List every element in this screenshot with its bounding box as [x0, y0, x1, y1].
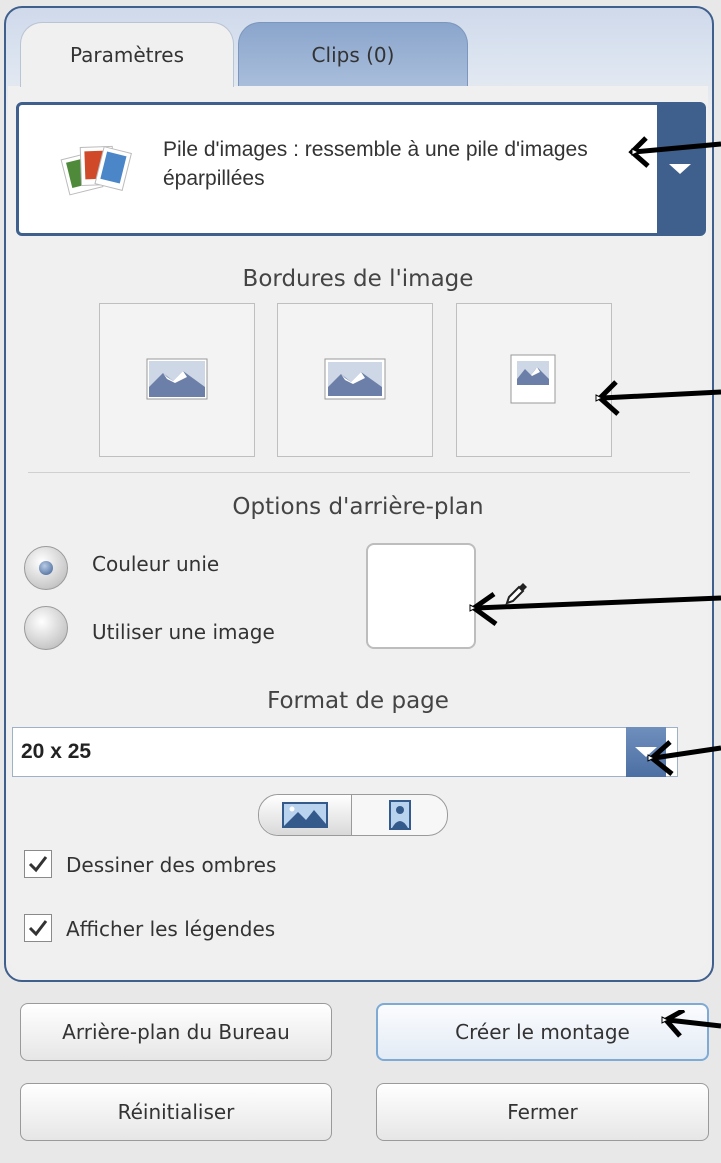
use-image-label: Utiliser une image: [92, 620, 275, 644]
landscape-icon: [282, 802, 328, 828]
page-format-value: 20 x 25: [21, 740, 92, 763]
close-label: Fermer: [507, 1100, 578, 1124]
desktop-background-button[interactable]: Arrière-plan du Bureau: [20, 1003, 332, 1061]
background-title: Options d'arrière-plan: [232, 494, 484, 520]
border-narrow-icon: [510, 354, 556, 404]
portrait-icon: [388, 800, 411, 830]
border-option-medium[interactable]: [277, 303, 433, 457]
reset-label: Réinitialiser: [117, 1100, 235, 1124]
page-format-select[interactable]: 20 x 25: [12, 727, 678, 777]
border-wide-icon: [146, 358, 208, 400]
montage-style-select[interactable]: Pile d'images : ressemble à une pile d'i…: [16, 102, 706, 236]
desktop-background-label: Arrière-plan du Bureau: [62, 1020, 290, 1044]
photo-stack-icon: [60, 145, 132, 196]
tab-settings[interactable]: Paramètres: [20, 22, 234, 87]
create-montage-label: Créer le montage: [455, 1020, 630, 1044]
annotation-arrow-icon: [628, 136, 721, 168]
close-button[interactable]: Fermer: [376, 1083, 709, 1141]
annotation-arrow-icon: [647, 740, 721, 776]
annotation-arrow-icon: [469, 591, 721, 627]
annotation-arrow-icon: [595, 380, 721, 416]
tab-clips[interactable]: Clips (0): [238, 22, 468, 87]
border-medium-icon: [324, 358, 386, 400]
annotation-arrow-icon: [661, 1010, 721, 1038]
landscape-button[interactable]: [259, 795, 352, 835]
checkmark-icon: [28, 920, 48, 937]
orientation-toggle: [258, 794, 448, 836]
show-captions-checkbox[interactable]: [24, 914, 52, 942]
draw-shadows-label: Dessiner des ombres: [66, 853, 277, 877]
section-divider: [28, 472, 690, 473]
montage-panel: Clips (0) Paramètres Pile d'images : res…: [0, 0, 721, 1163]
draw-shadows-checkbox[interactable]: [24, 850, 52, 878]
borders-title: Bordures de l'image: [242, 266, 474, 292]
solid-color-label: Couleur unie: [92, 552, 220, 576]
use-image-radio[interactable]: [24, 606, 68, 650]
border-option-wide[interactable]: [99, 303, 255, 457]
tab-clips-label: Clips (0): [311, 43, 395, 67]
reset-button[interactable]: Réinitialiser: [20, 1083, 332, 1141]
solid-color-radio[interactable]: [24, 546, 68, 590]
montage-style-label: Pile d'images : ressemble à une pile d'i…: [163, 138, 588, 190]
tab-settings-label: Paramètres: [69, 43, 185, 67]
radio-selected-dot: [39, 561, 53, 575]
checkmark-icon: [28, 856, 48, 873]
page-format-title: Format de page: [267, 688, 449, 714]
show-captions-label: Afficher les légendes: [66, 917, 276, 941]
portrait-button[interactable]: [352, 795, 447, 835]
